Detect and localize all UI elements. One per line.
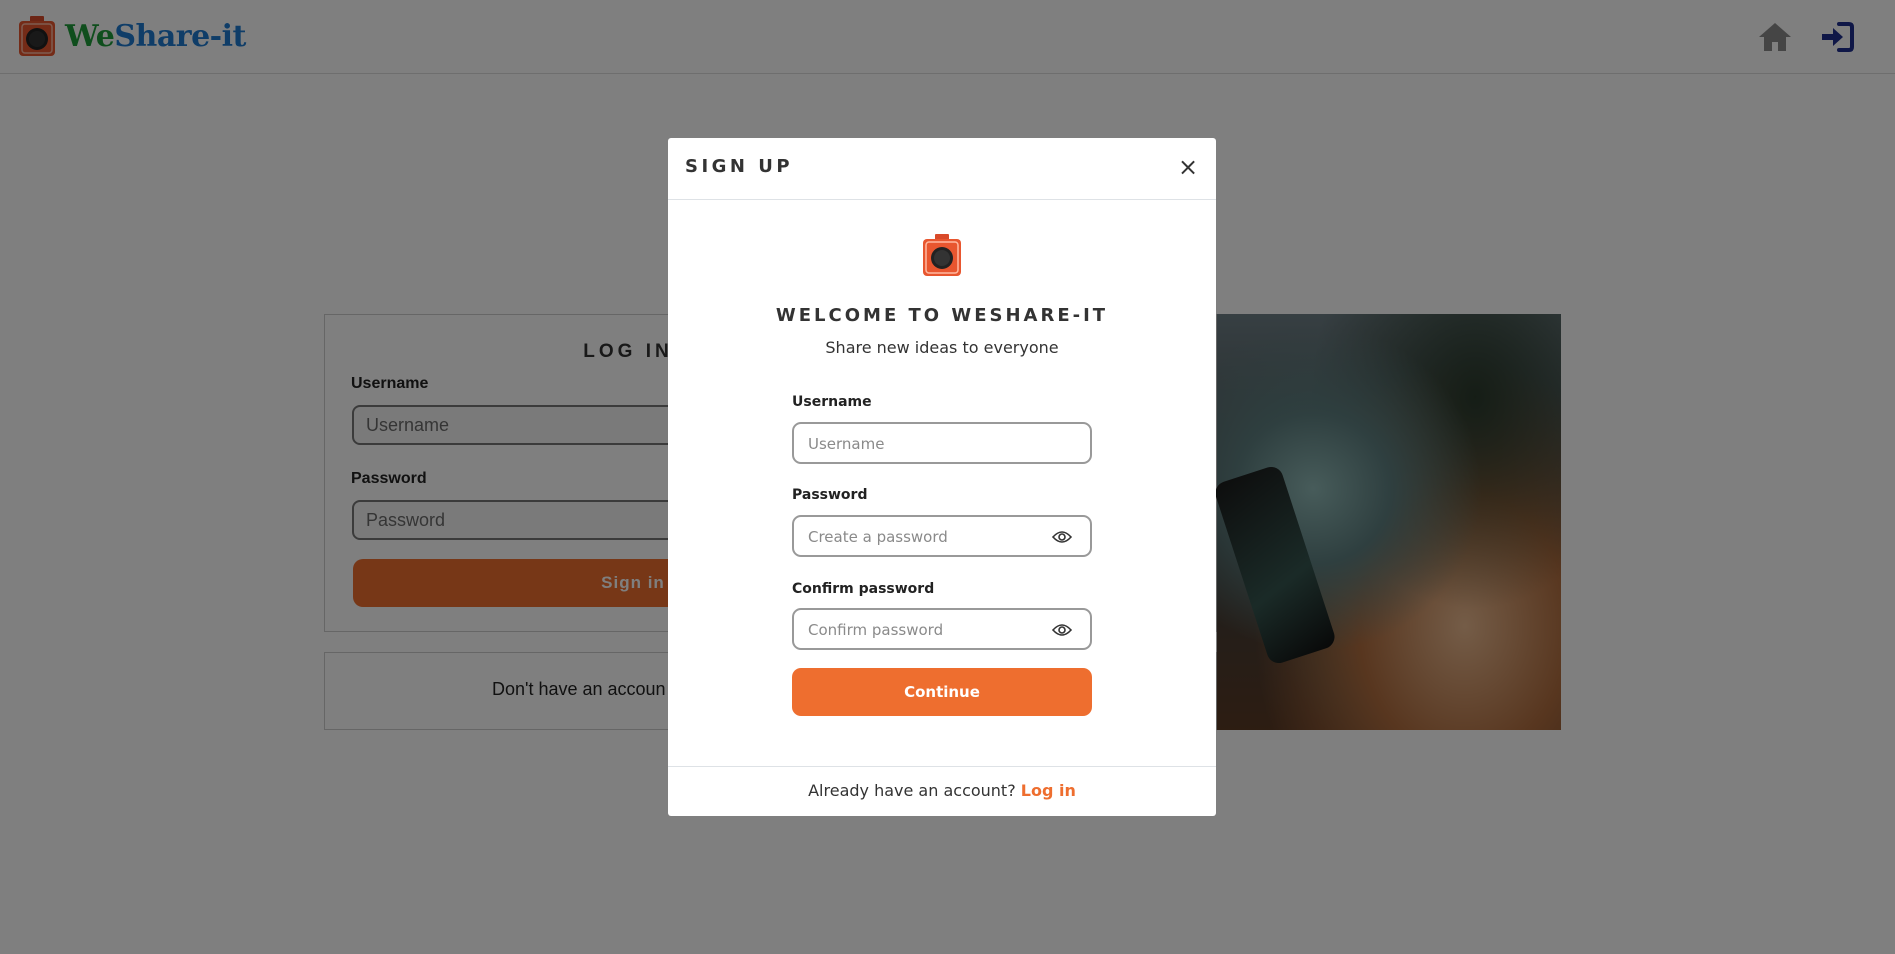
confirm-password-field bbox=[792, 608, 1092, 650]
username-input[interactable] bbox=[806, 424, 1040, 464]
continue-button[interactable]: Continue bbox=[792, 668, 1092, 716]
password-input[interactable] bbox=[806, 517, 1040, 557]
eye-icon[interactable] bbox=[1052, 530, 1072, 544]
footer-text: Already have an account? bbox=[808, 781, 1016, 800]
welcome-heading: WELCOME TO WESHARE-IT bbox=[775, 305, 1109, 326]
close-icon[interactable]: × bbox=[1178, 155, 1198, 179]
password-label: Password bbox=[792, 487, 868, 503]
modal-header: SIGN UP × bbox=[668, 138, 1216, 200]
eye-icon[interactable] bbox=[1052, 623, 1072, 637]
modal-footer: Already have an account? Log in bbox=[668, 766, 1216, 816]
camera-logo-icon bbox=[923, 234, 961, 276]
tagline: Share new ideas to everyone bbox=[825, 338, 1059, 357]
username-field bbox=[792, 422, 1092, 464]
login-link[interactable]: Log in bbox=[1021, 781, 1076, 800]
confirm-password-label: Confirm password bbox=[792, 581, 935, 597]
username-label: Username bbox=[792, 394, 872, 410]
confirm-password-input[interactable] bbox=[806, 610, 1040, 650]
modal-title: SIGN UP bbox=[685, 156, 794, 177]
password-field bbox=[792, 515, 1092, 557]
signup-modal: SIGN UP × WELCOME TO WESHARE-IT Share ne… bbox=[668, 138, 1216, 816]
